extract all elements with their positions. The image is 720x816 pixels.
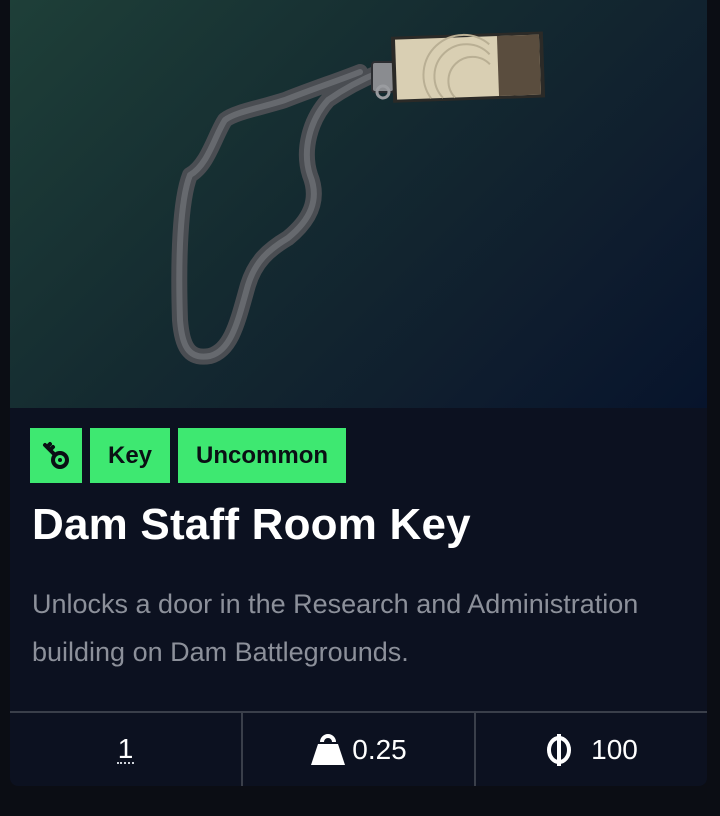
stats-bar: 1 0.25 100 <box>10 711 707 786</box>
category-badge: Key <box>90 428 171 483</box>
key-icon <box>43 441 69 469</box>
coin-icon <box>547 733 572 766</box>
item-image <box>10 0 707 408</box>
tag-row: Key Uncommon <box>30 428 347 483</box>
weight-value: 0.25 <box>352 733 407 765</box>
value-amount: 100 <box>591 733 638 765</box>
weight-icon <box>311 733 346 765</box>
quantity-stat: 1 <box>10 713 241 786</box>
item-card: Key Uncommon Dam Staff Room Key Unlocks … <box>10 0 707 786</box>
rarity-badge: Uncommon <box>178 428 347 483</box>
lanyard-image <box>171 31 546 365</box>
quantity-value[interactable]: 1 <box>116 734 135 764</box>
item-title: Dam Staff Room Key <box>32 500 471 549</box>
key-type-badge <box>30 428 82 483</box>
value-stat: 100 <box>474 713 707 786</box>
item-description: Unlocks a door in the Research and Admin… <box>32 589 639 667</box>
weight-stat: 0.25 <box>241 713 474 786</box>
